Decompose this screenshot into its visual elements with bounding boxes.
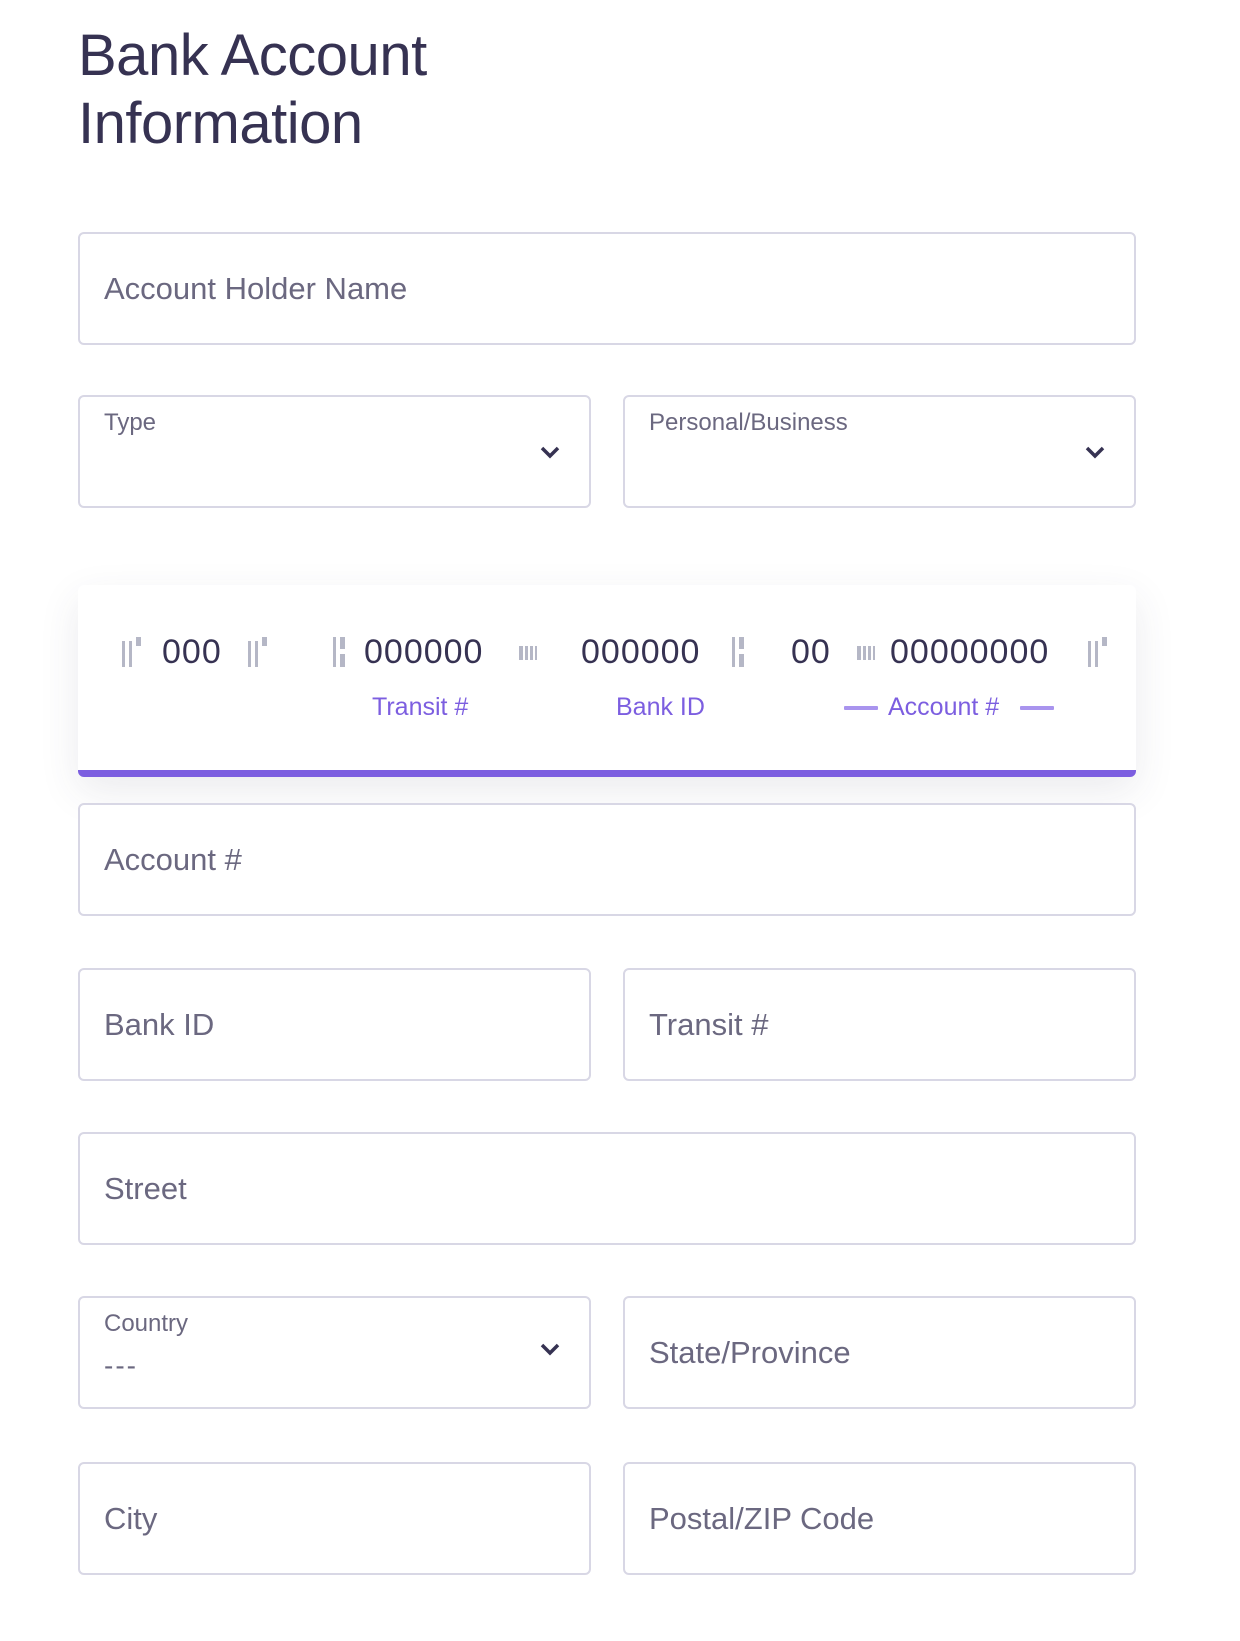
personal-business-label: Personal/Business — [649, 409, 848, 436]
country-select[interactable]: Country --- — [78, 1296, 591, 1409]
account-number-input[interactable] — [104, 805, 1110, 914]
account-holder-name-input[interactable] — [104, 234, 1110, 343]
bank-id-field[interactable] — [78, 968, 591, 1081]
account-caption: Account # — [888, 693, 1000, 721]
transit-caption: Transit # — [372, 693, 469, 721]
city-input[interactable] — [104, 1464, 565, 1573]
postal-zip-input[interactable] — [649, 1464, 1110, 1573]
micr-onus-symbol-icon — [248, 637, 267, 667]
type-select[interactable]: Type — [78, 395, 591, 508]
cheque-number: 000 — [162, 633, 222, 671]
micr-transit-number: 000000 — [364, 633, 484, 671]
micr-transit-symbol-icon — [732, 637, 744, 667]
micr-dash-symbol-icon — [519, 646, 537, 660]
transit-number-field[interactable] — [623, 968, 1136, 1081]
account-bracket-left — [844, 706, 878, 710]
micr-account-prefix: 00 — [791, 633, 831, 671]
account-number-field[interactable] — [78, 803, 1136, 916]
account-bracket-right — [1020, 706, 1054, 710]
country-value: --- — [104, 1350, 138, 1381]
bank-id-input[interactable] — [104, 970, 565, 1079]
street-input[interactable] — [104, 1134, 1110, 1243]
micr-dash-symbol-icon — [857, 646, 875, 660]
personal-business-select[interactable]: Personal/Business — [623, 395, 1136, 508]
micr-transit-symbol-icon — [333, 637, 345, 667]
country-label: Country — [104, 1310, 189, 1337]
account-holder-name-field[interactable] — [78, 232, 1136, 345]
bank-id-caption: Bank ID — [616, 693, 705, 721]
check-diagram: 000 000000 000000 00 00000000 Transit # … — [78, 585, 1136, 777]
type-label: Type — [104, 409, 157, 436]
postal-zip-field[interactable] — [623, 1462, 1136, 1575]
micr-onus-symbol-icon — [122, 637, 141, 667]
chevron-down-icon — [1085, 446, 1105, 459]
city-field[interactable] — [78, 1462, 591, 1575]
chevron-down-icon — [540, 1343, 560, 1356]
page-title: Bank Account Information — [78, 23, 427, 156]
street-field[interactable] — [78, 1132, 1136, 1245]
micr-bank-id: 000000 — [581, 633, 701, 671]
transit-number-input[interactable] — [649, 970, 1110, 1079]
chevron-down-icon — [540, 446, 560, 459]
micr-account-number: 00000000 — [890, 633, 1050, 671]
state-province-input[interactable] — [649, 1298, 1110, 1407]
state-province-field[interactable] — [623, 1296, 1136, 1409]
micr-onus-symbol-icon — [1088, 637, 1107, 667]
